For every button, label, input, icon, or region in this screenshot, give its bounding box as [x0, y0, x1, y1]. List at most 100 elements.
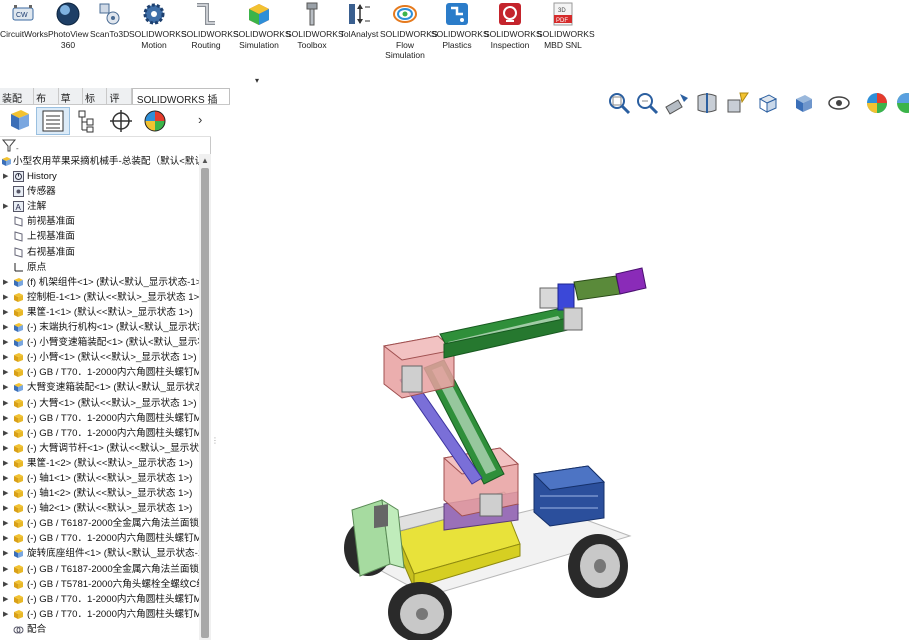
expand-arrow-icon[interactable]: ▶ [3, 501, 8, 516]
flow-simulation-button[interactable]: SOLIDWORKS Flow Simulation [380, 0, 438, 61]
tree-item[interactable]: ▶ (-) GB / T70．1-2000内六角圆柱头螺钉M1 [0, 411, 199, 426]
expand-arrow-icon[interactable]: ▶ [3, 577, 8, 592]
tree-root-assembly[interactable]: 小型农用苹果采摘机械手-总装配（默认<默认_显⌃ [0, 154, 199, 169]
tree-item[interactable]: ▶ (-) GB / T5781-2000六角头螺栓全螺纹C级M [0, 577, 199, 592]
tree-item[interactable]: ▶ (-) 末端执行机构<1> (默认<默认_显示状态 [0, 320, 199, 335]
tree-item[interactable]: ▶ A 注解 [0, 199, 199, 214]
mbd-snl-button[interactable]: 3D PDF SOLIDWORKS MBD SNL [537, 0, 595, 50]
tree-item[interactable]: ▶ (-) GB / T6187-2000全金属六角法兰面锁紧 [0, 562, 199, 577]
tree-item[interactable]: 前视基准面 [0, 214, 199, 229]
view-orientation-icon[interactable] [754, 90, 780, 116]
expand-arrow-icon[interactable]: ▶ [3, 456, 8, 471]
solidworks-inspection-button[interactable]: SOLIDWORKS Inspection [484, 0, 542, 50]
expand-arrow-icon[interactable]: ▶ [3, 199, 8, 214]
expand-arrow-icon[interactable]: ▶ [3, 546, 8, 561]
solidworks-routing-button[interactable]: SOLIDWORKS Routing [181, 0, 239, 50]
expand-arrow-icon[interactable]: ▶ [3, 335, 8, 350]
tree-item[interactable]: ▶ 果筐-1<1> (默认<<默认>_显示状态 1>) [0, 305, 199, 320]
expand-arrow-icon[interactable]: ▶ [3, 320, 8, 335]
robot-assembly-model[interactable] [218, 118, 909, 640]
expand-arrow-icon[interactable]: ▶ [3, 426, 8, 441]
tab-markup[interactable]: 标注 [83, 88, 108, 120]
solidworks-toolbox-button[interactable]: SOLIDWORKS Toolbox [286, 0, 344, 50]
tree-item[interactable]: 传感器 [0, 184, 199, 199]
edit-appearance-icon[interactable] [864, 90, 890, 116]
graphics-area[interactable] [218, 118, 909, 640]
tree-item[interactable]: ▶ (-) 小臂变速箱装配<1> (默认<默认_显示状 [0, 335, 199, 350]
apply-scene-icon[interactable] [894, 90, 909, 116]
expand-arrow-icon[interactable]: ▶ [3, 396, 8, 411]
solidworks-simulation-button[interactable]: SOLIDWORKS Simulation [233, 0, 291, 50]
zoom-to-area-icon[interactable] [634, 90, 660, 116]
tree-item[interactable]: 原点 [0, 260, 199, 275]
tab-layout[interactable]: 布局 [34, 88, 59, 120]
tree-item[interactable]: ▶ (-) 轴1<2> (默认<<默认>_显示状态 1>) [0, 486, 199, 501]
expand-arrow-icon[interactable]: ▶ [3, 471, 8, 486]
expand-arrow-icon[interactable]: ▶ [3, 380, 8, 395]
expand-arrow-icon[interactable]: ▶ [3, 516, 8, 531]
hide-show-items-icon[interactable] [826, 90, 852, 116]
tab-configuration-manager[interactable] [70, 107, 104, 135]
tree-item[interactable]: ▶ (-) 大臂<1> (默认<<默认>_显示状态 1>) [0, 396, 199, 411]
photoview-button[interactable]: PhotoView 360 [48, 0, 88, 50]
chevron-right-icon[interactable]: › [198, 112, 202, 127]
previous-view-icon[interactable] [664, 90, 690, 116]
section-view-icon[interactable] [694, 90, 720, 116]
tree-item[interactable]: ▶ (-) 大臂调节杆<1> (默认<<默认>_显示状态 [0, 441, 199, 456]
tree-item[interactable]: ▶ (-) GB / T70．1-2000内六角圆柱头螺钉M1 [0, 531, 199, 546]
tree-item[interactable]: ▶ (-) GB / T70．1-2000内六角圆柱头螺钉M1 [0, 426, 199, 441]
tree-item[interactable]: 上视基准面 [0, 229, 199, 244]
tree-item[interactable]: ▶ (-) GB / T70．1-2000内六角圆柱头螺钉M8 [0, 592, 199, 607]
dynamic-annotation-icon[interactable] [724, 90, 750, 116]
tree-item[interactable]: ▶ (f) 机架组件<1> (默认<默认_显示状态-1>) [0, 275, 199, 290]
tree-item[interactable]: ▶ 大臂变速箱装配<1> (默认<默认_显示状态- [0, 380, 199, 395]
tab-property-manager[interactable] [36, 107, 70, 135]
tree-item[interactable]: ▶ History [0, 169, 199, 184]
scrollbar-thumb[interactable] [201, 168, 209, 638]
tree-item[interactable]: 配合 [0, 622, 199, 637]
expand-arrow-icon[interactable]: ▶ [3, 365, 8, 380]
tree-item[interactable]: ▶ (-) GB / T6187-2000全金属六角法兰面锁紧 [0, 516, 199, 531]
tree-filter[interactable]: - [0, 138, 211, 154]
expand-arrow-icon[interactable]: ▶ [3, 607, 8, 622]
expand-arrow-icon[interactable]: ▶ [3, 290, 8, 305]
expand-arrow-icon[interactable]: ▶ [3, 411, 8, 426]
tab-evaluate[interactable]: 评估 [107, 88, 132, 120]
tab-solidworks-addins[interactable]: SOLIDWORKS 插件 [131, 88, 230, 121]
tolanalyst-button[interactable]: TolAnalyst [339, 0, 379, 40]
expand-arrow-icon[interactable]: ▶ [3, 486, 8, 501]
expand-arrow-icon[interactable]: ▶ [3, 350, 8, 365]
solidworks-motion-button[interactable]: SOLIDWORKS Motion [129, 0, 187, 50]
expand-arrow-icon[interactable]: ▶ [3, 531, 8, 546]
expand-arrow-icon[interactable]: ▶ [3, 169, 8, 184]
tab-sketch[interactable]: 草图 [59, 88, 84, 120]
tab-dimxpert-manager[interactable] [104, 107, 138, 135]
tree-item[interactable]: ▶ (-) 轴1<1> (默认<<默认>_显示状态 1>) [0, 471, 199, 486]
circuitworks-button[interactable]: CW CircuitWorks [0, 0, 48, 40]
expand-arrow-icon[interactable]: ▶ [3, 305, 8, 320]
expand-arrow-icon[interactable]: ▶ [3, 275, 8, 290]
tree-item[interactable]: 右视基准面 [0, 245, 199, 260]
tree-item-label: 配合 [27, 623, 47, 635]
tree-item[interactable]: ▶ 果筐-1<2> (默认<<默认>_显示状态 1>) [0, 456, 199, 471]
tab-feature-tree[interactable] [2, 107, 36, 135]
expand-ribbon-arrow-icon[interactable]: ▾ [255, 76, 259, 85]
solidworks-plastics-button[interactable]: SOLIDWORKS Plastics [431, 0, 489, 50]
tree-scrollbar[interactable]: ▲ [199, 154, 211, 640]
zoom-to-fit-icon[interactable] [606, 90, 632, 116]
display-style-icon[interactable] [790, 90, 816, 116]
tree-item[interactable]: ▶ (-) GB / T70．1-2000内六角圆柱头螺钉M1 [0, 365, 199, 380]
tab-assembly[interactable]: 装配体 [0, 88, 35, 120]
tree-item[interactable]: ▶ (-) GB / T70．1-2000内六角圆柱头螺钉M8 [0, 607, 199, 622]
tree-item[interactable]: ▶ (-) 轴2<1> (默认<<默认>_显示状态 1>) [0, 501, 199, 516]
expand-arrow-icon[interactable]: ▶ [3, 562, 8, 577]
expand-arrow-icon[interactable]: ▶ [3, 441, 8, 456]
tree-item[interactable]: ▶ (-) 小臂<1> (默认<<默认>_显示状态 1>) [0, 350, 199, 365]
tree-item[interactable]: ▶ 旋转底座组件<1> (默认<默认_显示状态-1> [0, 546, 199, 561]
scanto3d-button[interactable]: ScanTo3D [90, 0, 129, 40]
expand-arrow-icon[interactable]: ▶ [3, 592, 8, 607]
tab-display-manager[interactable] [138, 107, 172, 135]
tree-item[interactable]: ▶ 控制柜-1<1> (默认<<默认>_显示状态 1>) [0, 290, 199, 305]
scroll-up-icon[interactable]: ▲ [201, 156, 209, 165]
panel-splitter-handle[interactable]: ⋮ [211, 436, 219, 458]
